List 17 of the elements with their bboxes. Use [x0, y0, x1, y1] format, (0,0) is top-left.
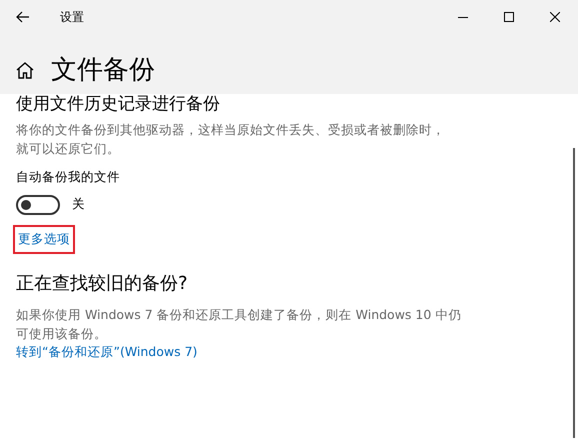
window-title: 设置	[60, 9, 84, 26]
section-heading: 正在查找较旧的备份?	[16, 272, 189, 296]
page-title: 文件备份	[51, 54, 155, 86]
toggle-state: 关	[72, 195, 85, 214]
more-options-link[interactable]: 更多选项	[13, 224, 75, 254]
description: 如果你使用 Windows 7 备份和还原工具创建了备份，则在 Windows 10 中仍可使用该备份。	[16, 306, 462, 342]
backup-restore-link[interactable]: 转到“备份和还原”(Windows 7)	[16, 342, 562, 362]
home-icon[interactable]	[16, 62, 34, 78]
toggle-label: 自动备份我的文件	[16, 168, 121, 186]
toggle-switch[interactable]	[16, 194, 60, 215]
close-icon	[550, 12, 560, 22]
back-icon	[16, 11, 30, 23]
description: 将你的文件备份到其他驱动器，这样当原始文件丢失、受损或者被删除时，就可以还原它们。	[16, 121, 446, 158]
scroll-bar[interactable]	[573, 148, 575, 438]
minimize-icon	[458, 16, 468, 18]
maximize-icon	[504, 12, 514, 22]
section-heading: 使用文件历史记录进行备份	[16, 94, 221, 114]
